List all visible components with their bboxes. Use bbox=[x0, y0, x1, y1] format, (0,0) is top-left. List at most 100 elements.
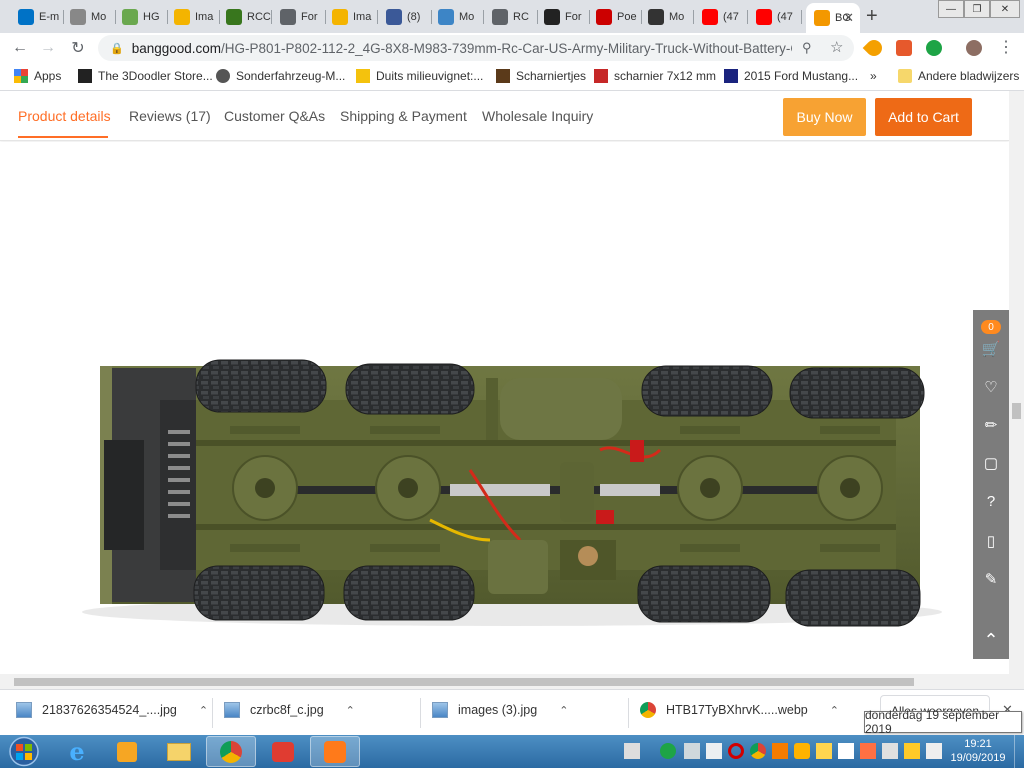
help-icon[interactable]: ? bbox=[973, 486, 1009, 516]
browser-tab[interactable]: BG ✕ bbox=[806, 3, 860, 33]
browser-tab[interactable]: HG bbox=[114, 4, 168, 29]
browser-tab[interactable]: RC bbox=[484, 4, 538, 29]
clock-date: 19/09/2019 bbox=[950, 752, 1006, 764]
download-menu-chevron-icon[interactable]: ⌃ bbox=[346, 704, 355, 717]
forum-icon bbox=[544, 8, 560, 25]
product-tab[interactable]: Reviews (17) bbox=[129, 108, 211, 124]
wishlist-heart-icon[interactable]: ♡ bbox=[973, 372, 1009, 402]
new-tab-button[interactable]: + bbox=[866, 5, 878, 28]
browser-tab[interactable]: E-m bbox=[10, 4, 64, 29]
browser-tab[interactable]: Mo bbox=[62, 4, 116, 29]
tray-folder-icon[interactable] bbox=[904, 743, 920, 759]
chat-icon[interactable]: ✏ bbox=[973, 410, 1009, 440]
chrome-file-icon bbox=[640, 702, 656, 718]
speaker-tray-icon[interactable] bbox=[926, 743, 942, 759]
browser-tab[interactable]: For bbox=[272, 4, 326, 29]
lock-icon: 🔒 bbox=[110, 42, 124, 55]
download-item[interactable]: images (3).jpg ⌃ bbox=[432, 702, 568, 718]
show-desktop-button[interactable] bbox=[1014, 735, 1024, 768]
address-bar[interactable]: 🔒 banggood.com/HG-P801-P802-112-2_4G-8X8… bbox=[98, 35, 854, 61]
product-image bbox=[0, 142, 1009, 674]
bookmark-item[interactable]: The 3Doodler Store... bbox=[78, 69, 213, 83]
product-tab[interactable]: Wholesale Inquiry bbox=[482, 108, 593, 124]
bookmarks-overflow-button[interactable]: » bbox=[870, 69, 877, 83]
add-to-cart-button[interactable]: Add to Cart bbox=[875, 98, 972, 136]
bookmark-item[interactable]: Duits milieuvignet:... bbox=[356, 69, 483, 83]
flag-tray-icon[interactable] bbox=[838, 743, 854, 759]
browser-tab[interactable]: RCC bbox=[218, 4, 272, 29]
coupon-icon[interactable]: ▢ bbox=[973, 448, 1009, 478]
download-filename: HTB17TyBXhrvK.....webp bbox=[666, 703, 808, 717]
download-item[interactable]: 21837626354524_....jpg ⌃ bbox=[16, 702, 208, 718]
feedback-icon[interactable]: ✎ bbox=[973, 564, 1009, 594]
other-bookmarks[interactable]: Andere bladwijzers bbox=[898, 69, 1019, 83]
download-menu-chevron-icon[interactable]: ⌃ bbox=[559, 704, 568, 717]
forward-button[interactable]: → bbox=[38, 38, 58, 58]
window-close-button[interactable]: ✕ bbox=[990, 0, 1020, 18]
mobile-app-icon[interactable]: ▯ bbox=[973, 526, 1009, 556]
bookmark-item[interactable]: scharnier 7x12 mm bbox=[594, 69, 716, 83]
browser-tab[interactable]: (47 bbox=[694, 4, 748, 29]
bookmark-item[interactable]: 2015 Ford Mustang... bbox=[724, 69, 858, 83]
pen-tray-icon[interactable] bbox=[624, 743, 640, 759]
bookmark-item[interactable]: Sonderfahrzeug-M... bbox=[216, 69, 345, 83]
close-tab-icon[interactable]: ✕ bbox=[843, 10, 854, 26]
product-tab[interactable]: Customer Q&As bbox=[224, 108, 325, 124]
start-button[interactable] bbox=[4, 736, 44, 767]
tray-app-icon[interactable] bbox=[860, 743, 876, 759]
browser-tab[interactable]: Mo bbox=[430, 4, 484, 29]
product-tab[interactable]: Shipping & Payment bbox=[340, 108, 467, 124]
tray-green-icon[interactable] bbox=[660, 743, 676, 759]
launcher-app-icon[interactable] bbox=[310, 736, 360, 767]
product-tab[interactable]: Product details bbox=[18, 108, 111, 124]
display-tray-icon[interactable] bbox=[684, 743, 700, 759]
reload-button[interactable]: ↻ bbox=[68, 38, 88, 58]
browser-tab[interactable]: (8) bbox=[378, 4, 432, 29]
youtube-icon bbox=[702, 8, 718, 25]
extension-magnifier-icon[interactable] bbox=[862, 36, 886, 60]
system-clock[interactable]: 19:21 19/09/2019 bbox=[946, 737, 1010, 765]
download-menu-chevron-icon[interactable]: ⌃ bbox=[830, 704, 839, 717]
volume-tray-icon[interactable] bbox=[706, 743, 722, 759]
extension-office-icon[interactable] bbox=[896, 40, 912, 56]
browser-tab[interactable]: Ima bbox=[166, 4, 220, 29]
media-player-icon[interactable] bbox=[102, 736, 152, 767]
minimize-button[interactable]: — bbox=[938, 0, 964, 18]
bookmark-item[interactable]: Scharniertjes bbox=[496, 69, 586, 83]
network-tray-icon[interactable] bbox=[882, 743, 898, 759]
vertical-scrollbar[interactable] bbox=[1009, 91, 1024, 674]
download-menu-chevron-icon[interactable]: ⌃ bbox=[199, 704, 208, 717]
file-explorer-icon[interactable] bbox=[154, 736, 204, 767]
chrome-tray-icon[interactable] bbox=[750, 743, 766, 759]
globe-icon bbox=[492, 8, 508, 25]
chrome-icon[interactable] bbox=[206, 736, 256, 767]
bookmark-star-icon[interactable]: ☆ bbox=[830, 38, 843, 56]
vertical-scroll-thumb[interactable] bbox=[1012, 403, 1021, 419]
browser-tab[interactable]: For bbox=[536, 4, 590, 29]
browser-tab[interactable]: Poe bbox=[588, 4, 642, 29]
tray-yellow-icon[interactable] bbox=[794, 743, 810, 759]
buy-now-button[interactable]: Buy Now bbox=[783, 98, 866, 136]
download-item[interactable]: HTB17TyBXhrvK.....webp ⌃ bbox=[640, 702, 839, 718]
opera-tray-icon[interactable] bbox=[728, 743, 744, 759]
bookmark-item[interactable]: Apps bbox=[14, 69, 61, 83]
menu-icon[interactable]: ⋮ bbox=[998, 37, 1014, 57]
wifi-tray-icon[interactable] bbox=[816, 743, 832, 759]
cart-icon[interactable]: 🛒 bbox=[973, 334, 1009, 364]
maximize-button[interactable]: ❐ bbox=[964, 0, 990, 18]
browser-tab[interactable]: Mo bbox=[640, 4, 694, 29]
back-button[interactable]: ← bbox=[10, 38, 30, 58]
profile-avatar[interactable] bbox=[966, 40, 982, 56]
back-to-top-button[interactable]: ⌃ bbox=[973, 621, 1009, 659]
internet-explorer-icon[interactable]: e bbox=[52, 736, 102, 767]
horizontal-scrollbar[interactable] bbox=[0, 674, 1024, 689]
tray-orange-icon[interactable] bbox=[772, 743, 788, 759]
key-icon[interactable]: ⚲ bbox=[802, 40, 812, 56]
horizontal-scroll-thumb[interactable] bbox=[14, 678, 914, 686]
extension-green-icon[interactable] bbox=[926, 40, 942, 56]
browser-toolbar: ← → ↻ 🔒 banggood.com/HG-P801-P802-112-2_… bbox=[0, 33, 1024, 63]
browser-tab[interactable]: (47 bbox=[748, 4, 802, 29]
download-item[interactable]: czrbc8f_c.jpg ⌃ bbox=[224, 702, 355, 718]
app-red-icon[interactable] bbox=[258, 736, 308, 767]
browser-tab[interactable]: Ima bbox=[324, 4, 378, 29]
